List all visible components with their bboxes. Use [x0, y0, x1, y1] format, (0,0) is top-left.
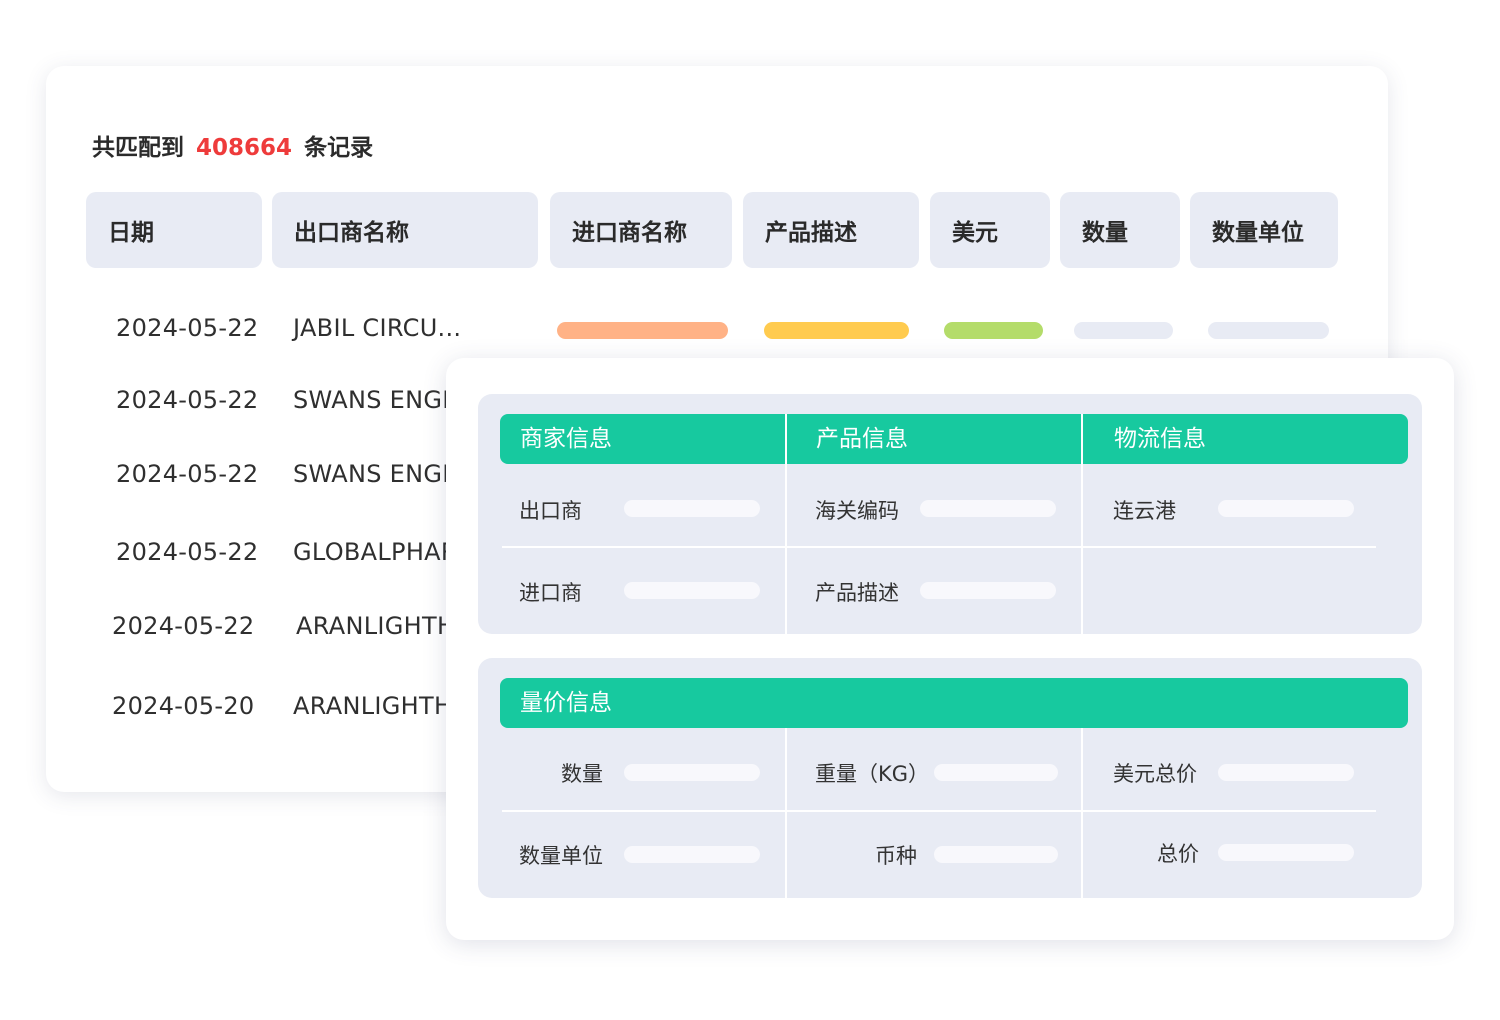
port-value-placeholder	[1218, 500, 1354, 517]
currency-value-placeholder	[934, 846, 1058, 863]
hs-code-value-placeholder	[920, 500, 1056, 517]
column-header-exporter[interactable]: 出口商名称	[272, 192, 538, 268]
column-header-unit[interactable]: 数量单位	[1190, 192, 1338, 268]
field-label-product-desc: 产品描述	[815, 581, 899, 605]
row-exporter: SWANS ENGI	[293, 460, 450, 488]
importer-value-placeholder	[624, 582, 760, 599]
quantity-value-placeholder	[624, 764, 760, 781]
field-label-quantity-unit: 数量单位	[519, 844, 603, 868]
field-label-port: 连云港	[1113, 499, 1176, 523]
unit-placeholder-bar	[1208, 322, 1329, 339]
field-label-quantity: 数量	[561, 762, 603, 786]
column-header-date[interactable]: 日期	[86, 192, 262, 268]
section-header-bar: 量价信息	[500, 678, 1408, 728]
quantity-unit-value-placeholder	[624, 846, 760, 863]
column-divider	[1081, 414, 1083, 634]
summary-suffix: 条记录	[304, 135, 374, 161]
results-summary: 共匹配到 408664 条记录	[92, 128, 373, 162]
usd-placeholder-bar	[944, 322, 1043, 339]
column-header-quantity[interactable]: 数量	[1060, 192, 1180, 268]
row-exporter: ARANLIGHTH	[296, 612, 456, 640]
record-detail-card: 商家信息 产品信息 物流信息 出口商 海关编码 连云港 进口商 产品描述 量价信…	[446, 358, 1454, 940]
column-divider	[785, 728, 787, 898]
row-exporter: GLOBALPHAR	[293, 538, 458, 566]
row-date: 2024-05-22	[116, 386, 259, 414]
section-merchant-info[interactable]: 商家信息	[500, 414, 612, 464]
field-label-importer: 进口商	[519, 581, 582, 605]
row-exporter: JABIL CIRCU...	[293, 314, 462, 342]
total-price-value-placeholder	[1218, 844, 1354, 861]
quantity-price-panel: 量价信息 数量 重量（KG） 美元总价 数量单位 币种 总价	[478, 658, 1422, 898]
row-divider	[502, 810, 1376, 812]
column-header-importer[interactable]: 进口商名称	[550, 192, 732, 268]
field-label-total-price: 总价	[1157, 842, 1199, 866]
column-divider	[785, 414, 787, 634]
importer-placeholder-bar	[557, 322, 728, 339]
section-logistics-info[interactable]: 物流信息	[1094, 414, 1206, 464]
usd-total-value-placeholder	[1218, 764, 1354, 781]
field-label-usd-total: 美元总价	[1113, 762, 1197, 786]
column-header-product[interactable]: 产品描述	[743, 192, 919, 268]
section-product-info[interactable]: 产品信息	[796, 414, 908, 464]
column-header-usd[interactable]: 美元	[930, 192, 1050, 268]
table-row[interactable]: 2024-05-22 JABIL CIRCU...	[46, 308, 1388, 348]
row-exporter: SWANS ENGI	[293, 386, 450, 414]
row-date: 2024-05-22	[116, 460, 259, 488]
row-date: 2024-05-22	[116, 538, 259, 566]
row-date: 2024-05-20	[112, 692, 255, 720]
quantity-placeholder-bar	[1074, 322, 1173, 339]
product-placeholder-bar	[764, 322, 909, 339]
row-exporter: ARANLIGHTH	[293, 692, 453, 720]
match-count: 408664	[196, 135, 293, 161]
info-panel: 商家信息 产品信息 物流信息 出口商 海关编码 连云港 进口商 产品描述	[478, 394, 1422, 634]
field-label-exporter: 出口商	[519, 499, 582, 523]
column-divider	[1081, 728, 1083, 898]
exporter-value-placeholder	[624, 500, 760, 517]
field-label-hs-code: 海关编码	[815, 499, 899, 523]
product-desc-value-placeholder	[920, 582, 1056, 599]
row-date: 2024-05-22	[116, 314, 259, 342]
field-label-currency: 币种	[875, 844, 917, 868]
row-date: 2024-05-22	[112, 612, 255, 640]
weight-value-placeholder	[934, 764, 1058, 781]
summary-prefix: 共匹配到	[92, 135, 184, 161]
field-label-weight: 重量（KG）	[815, 762, 930, 786]
section-quantity-price-info[interactable]: 量价信息	[500, 678, 612, 728]
section-header-bar: 商家信息 产品信息 物流信息	[500, 414, 1408, 464]
row-divider	[502, 546, 1376, 548]
